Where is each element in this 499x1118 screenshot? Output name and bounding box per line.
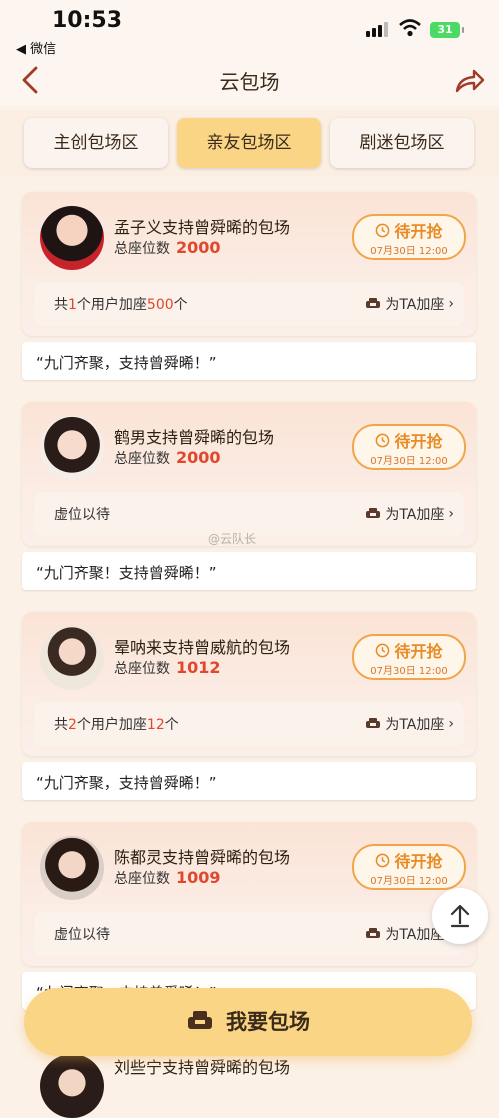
battery-icon: 31 <box>430 22 464 38</box>
booking-title: 鹤男支持曾舜晞的包场 <box>114 428 275 447</box>
add-seat-button[interactable]: 为TA加座› <box>365 714 454 734</box>
add-seat-button[interactable]: 为TA加座› <box>365 294 454 314</box>
support-message: “九门齐聚！支持曾舜晞！” <box>22 552 476 590</box>
booking-title: 刘些宁支持曾舜晞的包场 <box>114 1058 291 1077</box>
clock-icon <box>376 223 390 237</box>
start-date: 07月30日 12:00 <box>370 666 448 677</box>
clock-icon <box>376 433 390 447</box>
total-seats: 总座位数 2000 <box>114 238 221 257</box>
seat-add-summary: 共1个用户加座500个 为TA加座 › <box>34 282 464 326</box>
chevron-right-icon: › <box>448 506 454 522</box>
nav-bar: 云包场 <box>0 60 499 106</box>
avatar <box>40 206 104 270</box>
book-venue-button[interactable]: 我要包场 <box>24 988 472 1056</box>
support-message: “九门齐聚，支持曾舜晞！” <box>22 342 476 380</box>
arrow-up-icon <box>450 904 470 928</box>
pending-grab-button[interactable]: 待开抢 07月30日 12:00 <box>352 634 466 680</box>
chevron-right-icon: › <box>448 716 454 732</box>
pending-grab-button[interactable]: 待开抢 07月30日 12:00 <box>352 844 466 890</box>
total-seats: 总座位数 1012 <box>114 658 221 677</box>
tab-fans-zone[interactable]: 剧迷包场区 <box>330 118 474 168</box>
tab-friends-zone[interactable]: 亲友包场区 <box>177 118 321 168</box>
booking-card[interactable]: 陈都灵支持曾舜晞的包场 总座位数 1009 待开抢 07月30日 12:00 虚位… <box>22 822 476 966</box>
sofa-icon <box>366 718 381 728</box>
avatar <box>40 416 104 480</box>
chevron-right-icon: › <box>448 296 454 312</box>
clock-icon <box>376 853 390 867</box>
start-date: 07月30日 12:00 <box>370 456 448 467</box>
pending-grab-button[interactable]: 待开抢 07月30日 12:00 <box>352 214 466 260</box>
tab-creator-zone[interactable]: 主创包场区 <box>24 118 168 168</box>
sofa-icon <box>366 928 381 938</box>
sofa-icon <box>366 298 381 308</box>
booking-card[interactable]: 鹤男支持曾舜晞的包场 总座位数 2000 待开抢 07月30日 12:00 虚位以… <box>22 402 476 546</box>
page-title: 云包场 <box>219 70 280 94</box>
sofa-icon <box>366 508 381 518</box>
signal-icon <box>366 22 388 37</box>
sofa-icon <box>188 1011 212 1029</box>
wifi-icon <box>399 19 421 37</box>
total-seats: 总座位数 1009 <box>114 868 221 887</box>
booking-card[interactable]: 晕呐来支持曾威航的包场 总座位数 1012 待开抢 07月30日 12:00 共2… <box>22 612 476 756</box>
seat-add-summary: 虚位以待 为TA加座› <box>34 912 464 956</box>
total-seats: 总座位数 2000 <box>114 448 221 467</box>
status-bar: 10:53 ◀ 微信 31 <box>0 0 499 60</box>
watermark: @云队长 <box>208 532 257 546</box>
support-message: “九门齐聚，支持曾舜晞！” <box>22 762 476 800</box>
clock-icon <box>376 643 390 657</box>
booking-card[interactable]: 孟子义支持曾舜晞的包场 总座位数 2000 待开抢 07月30日 12:00 共1… <box>22 192 476 336</box>
scroll-to-top-button[interactable] <box>432 888 488 944</box>
add-seat-button[interactable]: 为TA加座› <box>365 504 454 524</box>
start-date: 07月30日 12:00 <box>370 876 448 887</box>
booking-title: 晕呐来支持曾威航的包场 <box>114 638 291 657</box>
share-icon[interactable] <box>452 64 486 98</box>
zone-tabs: 主创包场区 亲友包场区 剧迷包场区 <box>0 110 499 176</box>
booking-title: 陈都灵支持曾舜晞的包场 <box>114 848 291 867</box>
status-time: 10:53 <box>52 8 123 33</box>
seat-add-summary: 共2个用户加座12个 为TA加座 › <box>34 702 464 746</box>
back-to-app-link[interactable]: ◀ 微信 <box>16 38 56 57</box>
booking-title: 孟子义支持曾舜晞的包场 <box>114 218 291 237</box>
start-date: 07月30日 12:00 <box>370 246 448 257</box>
pending-grab-button[interactable]: 待开抢 07月30日 12:00 <box>352 424 466 470</box>
avatar <box>40 1054 104 1118</box>
avatar <box>40 836 104 900</box>
avatar <box>40 626 104 690</box>
